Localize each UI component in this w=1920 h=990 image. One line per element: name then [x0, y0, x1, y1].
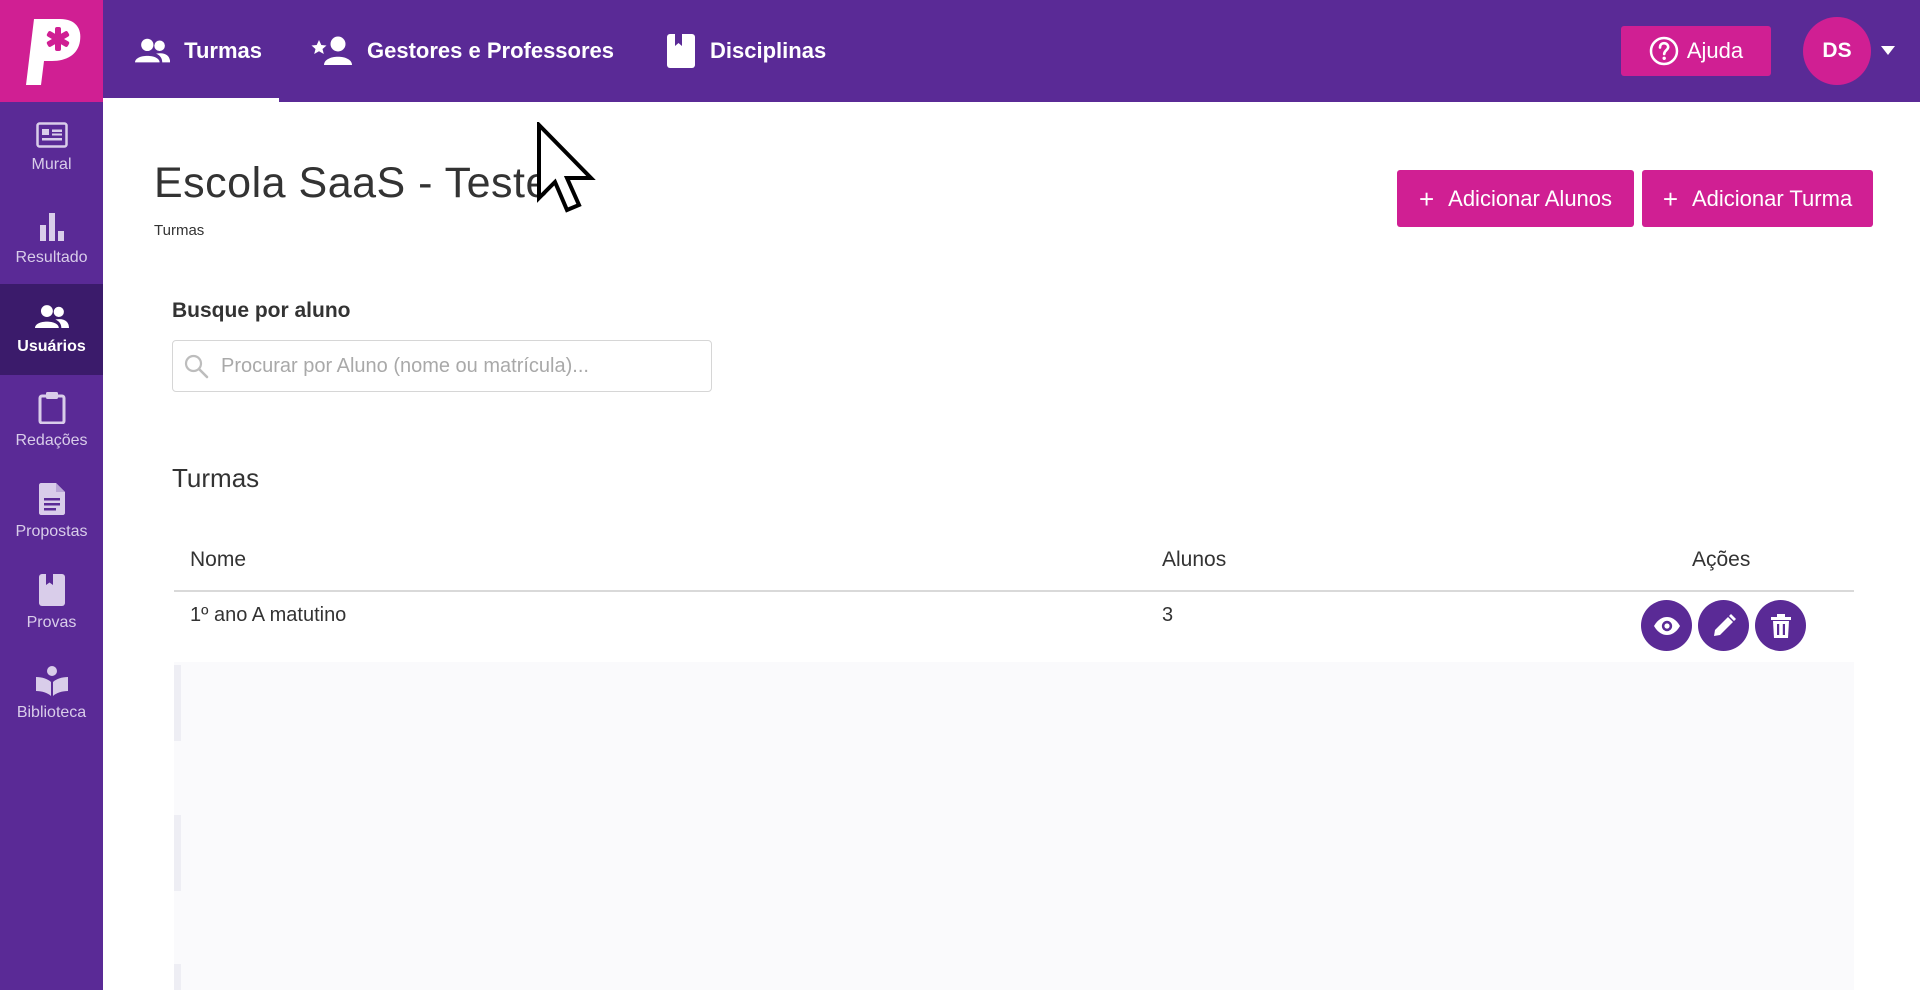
add-class-button[interactable]: + Adicionar Turma	[1642, 170, 1873, 227]
clipboard-icon	[38, 391, 65, 424]
top-nav: Turmas Gestores e Professores Disciplina…	[103, 0, 826, 102]
logo[interactable]	[0, 0, 103, 102]
search-input[interactable]	[221, 354, 681, 378]
sidebar-item-biblioteca[interactable]: Biblioteca	[0, 648, 103, 739]
loading-skeleton	[174, 662, 1854, 990]
classes-table: Nome Alunos Ações 1º ano A matutino 3	[174, 542, 1854, 664]
edit-button[interactable]	[1698, 600, 1749, 651]
cell-alunos: 3	[1162, 604, 1174, 626]
bar-chart-icon	[39, 212, 64, 241]
sidebar-item-propostas[interactable]: Propostas	[0, 466, 103, 557]
cell-nome: 1º ano A matutino	[190, 604, 347, 626]
tab-gestores-label: Gestores e Professores	[367, 38, 615, 63]
breadcrumb: Turmas	[154, 222, 205, 239]
app: Turmas Gestores e Professores Disciplina…	[0, 0, 1920, 990]
delete-button[interactable]	[1755, 600, 1806, 651]
top-bar: Turmas Gestores e Professores Disciplina…	[0, 0, 1920, 102]
book-icon	[667, 34, 696, 68]
book-icon	[38, 573, 65, 606]
user-star-icon	[311, 36, 352, 65]
sidebar-item-label: Propostas	[15, 522, 88, 540]
add-students-label: Adicionar Alunos	[1448, 185, 1613, 211]
search-field[interactable]	[172, 340, 712, 392]
eye-icon	[1653, 616, 1680, 635]
logo-icon	[25, 19, 80, 85]
search-label: Busque por aluno	[172, 299, 351, 322]
library-icon	[35, 665, 68, 696]
sidebar-item-label: Provas	[26, 613, 77, 631]
sidebar-item-mural[interactable]: Mural	[0, 102, 103, 193]
table-row: 1º ano A matutino 3	[174, 592, 1854, 664]
document-icon	[38, 482, 65, 515]
tab-gestores-professores[interactable]: Gestores e Professores	[279, 0, 614, 102]
skeleton-bar	[174, 964, 181, 990]
user-avatar[interactable]: DS	[1803, 17, 1871, 85]
sidebar-item-redacoes[interactable]: Redações	[0, 375, 103, 466]
skeleton-bar	[174, 815, 181, 891]
sidebar-item-label: Redações	[15, 431, 88, 449]
column-header-alunos[interactable]: Alunos	[1162, 548, 1226, 572]
users-icon	[34, 304, 69, 328]
caret-down-icon[interactable]	[1881, 46, 1895, 55]
sidebar-item-label: Usuários	[17, 337, 86, 355]
mouse-cursor-icon	[537, 122, 596, 213]
sidebar-item-label: Mural	[31, 155, 72, 173]
page-title: Escola SaaS - Teste	[154, 159, 550, 207]
plus-icon: +	[1418, 183, 1435, 214]
tab-turmas[interactable]: Turmas	[103, 0, 279, 102]
column-header-nome[interactable]: Nome	[190, 548, 246, 572]
add-students-button[interactable]: + Adicionar Alunos	[1397, 170, 1634, 227]
sidebar-item-label: Resultado	[15, 248, 88, 266]
add-class-label: Adicionar Turma	[1692, 185, 1853, 211]
sidebar: Mural Resultado Usuários Redações Propos…	[0, 102, 103, 990]
tab-turmas-label: Turmas	[184, 38, 262, 63]
avatar-initials: DS	[1822, 39, 1852, 62]
search-icon	[184, 354, 209, 379]
sidebar-item-resultado[interactable]: Resultado	[0, 193, 103, 284]
view-button[interactable]	[1641, 600, 1692, 651]
help-button[interactable]: Ajuda	[1621, 26, 1771, 76]
main-content: Escola SaaS - Teste Turmas + Adicionar A…	[103, 102, 1920, 990]
skeleton-bar	[174, 665, 181, 741]
sidebar-item-provas[interactable]: Provas	[0, 557, 103, 648]
sidebar-item-label: Biblioteca	[16, 703, 87, 721]
trash-icon	[1770, 613, 1791, 638]
sidebar-item-usuarios[interactable]: Usuários	[0, 284, 103, 375]
section-title: Turmas	[172, 463, 260, 493]
help-label: Ajuda	[1686, 38, 1744, 63]
help-icon	[1649, 36, 1679, 66]
row-actions	[1641, 600, 1806, 651]
mural-icon	[35, 121, 68, 148]
users-icon	[135, 38, 171, 63]
column-header-acoes: Ações	[1692, 548, 1751, 571]
table-header: Nome Alunos Ações	[174, 542, 1854, 592]
tab-disciplinas[interactable]: Disciplinas	[614, 0, 826, 102]
pencil-icon	[1713, 613, 1736, 636]
plus-icon: +	[1662, 183, 1678, 214]
tab-disciplinas-label: Disciplinas	[710, 38, 827, 63]
